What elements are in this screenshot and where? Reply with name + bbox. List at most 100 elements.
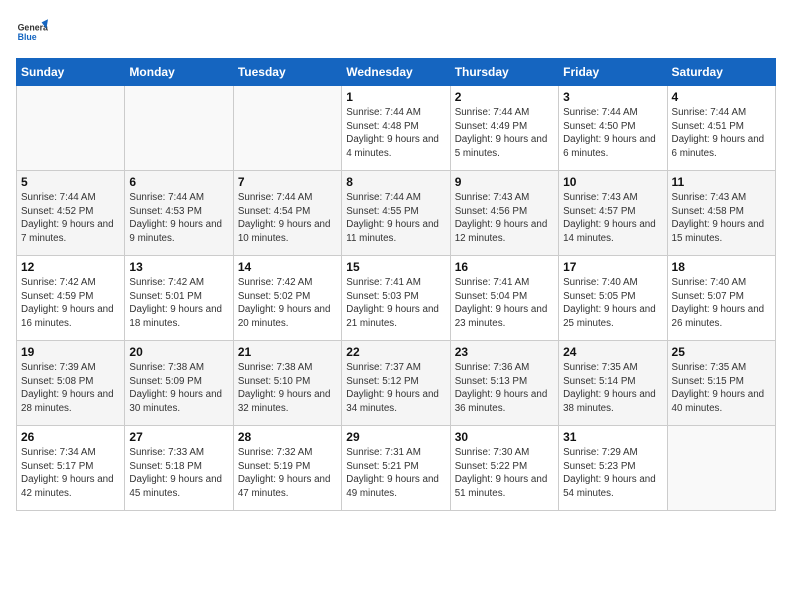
day-number: 1 xyxy=(346,90,445,104)
day-number: 21 xyxy=(238,345,337,359)
calendar-day-cell: 13 Sunrise: 7:42 AM Sunset: 5:01 PM Dayli… xyxy=(125,256,233,341)
day-info: Sunrise: 7:38 AM Sunset: 5:09 PM Dayligh… xyxy=(129,361,228,416)
calendar-week-row: 19 Sunrise: 7:39 AM Sunset: 5:08 PM Dayli… xyxy=(17,341,776,426)
calendar-day-cell: 15 Sunrise: 7:41 AM Sunset: 5:03 PM Dayli… xyxy=(342,256,450,341)
header-row: SundayMondayTuesdayWednesdayThursdayFrid… xyxy=(17,59,776,86)
calendar-day-cell: 10 Sunrise: 7:43 AM Sunset: 4:57 PM Dayli… xyxy=(559,171,667,256)
day-number: 8 xyxy=(346,175,445,189)
calendar-week-row: 1Sunrise: 7:44 AM Sunset: 4:48 PM Daylig… xyxy=(17,86,776,171)
calendar-day-cell: 4 Sunrise: 7:44 AM Sunset: 4:51 PM Daylig… xyxy=(667,86,775,171)
calendar-day-cell: 17 Sunrise: 7:40 AM Sunset: 5:05 PM Dayli… xyxy=(559,256,667,341)
day-number: 7 xyxy=(238,175,337,189)
day-number: 27 xyxy=(129,430,228,444)
day-info: Sunrise: 7:43 AM Sunset: 4:58 PM Dayligh… xyxy=(672,191,771,246)
logo: General Blue xyxy=(16,16,48,48)
day-info: Sunrise: 7:42 AM Sunset: 4:59 PM Dayligh… xyxy=(21,276,120,331)
calendar-day-cell: 8Sunrise: 7:44 AM Sunset: 4:55 PM Daylig… xyxy=(342,171,450,256)
calendar-day-cell: 19 Sunrise: 7:39 AM Sunset: 5:08 PM Dayli… xyxy=(17,341,125,426)
day-info: Sunrise: 7:42 AM Sunset: 5:02 PM Dayligh… xyxy=(238,276,337,331)
day-number: 10 xyxy=(563,175,662,189)
calendar-day-cell: 18 Sunrise: 7:40 AM Sunset: 5:07 PM Dayli… xyxy=(667,256,775,341)
day-info: Sunrise: 7:43 AM Sunset: 4:56 PM Dayligh… xyxy=(455,191,554,246)
day-number: 4 xyxy=(672,90,771,104)
calendar-week-row: 12 Sunrise: 7:42 AM Sunset: 4:59 PM Dayli… xyxy=(17,256,776,341)
day-number: 25 xyxy=(672,345,771,359)
day-info: Sunrise: 7:37 AM Sunset: 5:12 PM Dayligh… xyxy=(346,361,445,416)
calendar-day-cell: 16Sunrise: 7:41 AM Sunset: 5:04 PM Dayli… xyxy=(450,256,558,341)
calendar-day-cell: 1Sunrise: 7:44 AM Sunset: 4:48 PM Daylig… xyxy=(342,86,450,171)
calendar-day-cell: 7Sunrise: 7:44 AM Sunset: 4:54 PM Daylig… xyxy=(233,171,341,256)
calendar-day-cell: 29 Sunrise: 7:31 AM Sunset: 5:21 PM Dayli… xyxy=(342,426,450,511)
calendar-day-cell: 21 Sunrise: 7:38 AM Sunset: 5:10 PM Dayli… xyxy=(233,341,341,426)
day-info: Sunrise: 7:30 AM Sunset: 5:22 PM Dayligh… xyxy=(455,446,554,501)
day-info: Sunrise: 7:44 AM Sunset: 4:50 PM Dayligh… xyxy=(563,106,662,161)
calendar-day-cell xyxy=(233,86,341,171)
day-info: Sunrise: 7:40 AM Sunset: 5:07 PM Dayligh… xyxy=(672,276,771,331)
day-number: 5 xyxy=(21,175,120,189)
calendar-week-row: 5 Sunrise: 7:44 AM Sunset: 4:52 PM Daylig… xyxy=(17,171,776,256)
day-info: Sunrise: 7:44 AM Sunset: 4:51 PM Dayligh… xyxy=(672,106,771,161)
day-number: 2 xyxy=(455,90,554,104)
day-info: Sunrise: 7:36 AM Sunset: 5:13 PM Dayligh… xyxy=(455,361,554,416)
calendar-day-cell: 27 Sunrise: 7:33 AM Sunset: 5:18 PM Dayli… xyxy=(125,426,233,511)
day-info: Sunrise: 7:38 AM Sunset: 5:10 PM Dayligh… xyxy=(238,361,337,416)
day-number: 24 xyxy=(563,345,662,359)
day-of-week-header: Monday xyxy=(125,59,233,86)
calendar-day-cell: 5 Sunrise: 7:44 AM Sunset: 4:52 PM Daylig… xyxy=(17,171,125,256)
day-number: 28 xyxy=(238,430,337,444)
calendar-day-cell: 14 Sunrise: 7:42 AM Sunset: 5:02 PM Dayli… xyxy=(233,256,341,341)
calendar-day-cell: 24 Sunrise: 7:35 AM Sunset: 5:14 PM Dayli… xyxy=(559,341,667,426)
calendar-day-cell: 11 Sunrise: 7:43 AM Sunset: 4:58 PM Dayli… xyxy=(667,171,775,256)
calendar-day-cell: 26 Sunrise: 7:34 AM Sunset: 5:17 PM Dayli… xyxy=(17,426,125,511)
day-number: 30 xyxy=(455,430,554,444)
calendar-day-cell: 20 Sunrise: 7:38 AM Sunset: 5:09 PM Dayli… xyxy=(125,341,233,426)
day-info: Sunrise: 7:41 AM Sunset: 5:04 PM Dayligh… xyxy=(455,276,554,331)
day-info: Sunrise: 7:43 AM Sunset: 4:57 PM Dayligh… xyxy=(563,191,662,246)
day-number: 12 xyxy=(21,260,120,274)
calendar-day-cell xyxy=(667,426,775,511)
logo-icon: General Blue xyxy=(16,16,48,48)
day-info: Sunrise: 7:44 AM Sunset: 4:53 PM Dayligh… xyxy=(129,191,228,246)
calendar-day-cell: 25Sunrise: 7:35 AM Sunset: 5:15 PM Dayli… xyxy=(667,341,775,426)
day-info: Sunrise: 7:29 AM Sunset: 5:23 PM Dayligh… xyxy=(563,446,662,501)
day-info: Sunrise: 7:31 AM Sunset: 5:21 PM Dayligh… xyxy=(346,446,445,501)
day-number: 22 xyxy=(346,345,445,359)
calendar-day-cell: 6 Sunrise: 7:44 AM Sunset: 4:53 PM Daylig… xyxy=(125,171,233,256)
day-info: Sunrise: 7:44 AM Sunset: 4:49 PM Dayligh… xyxy=(455,106,554,161)
day-info: Sunrise: 7:44 AM Sunset: 4:52 PM Dayligh… xyxy=(21,191,120,246)
calendar-day-cell xyxy=(17,86,125,171)
day-info: Sunrise: 7:39 AM Sunset: 5:08 PM Dayligh… xyxy=(21,361,120,416)
calendar-day-cell xyxy=(125,86,233,171)
day-number: 14 xyxy=(238,260,337,274)
calendar-day-cell: 28 Sunrise: 7:32 AM Sunset: 5:19 PM Dayli… xyxy=(233,426,341,511)
day-info: Sunrise: 7:33 AM Sunset: 5:18 PM Dayligh… xyxy=(129,446,228,501)
day-info: Sunrise: 7:40 AM Sunset: 5:05 PM Dayligh… xyxy=(563,276,662,331)
day-number: 11 xyxy=(672,175,771,189)
day-info: Sunrise: 7:41 AM Sunset: 5:03 PM Dayligh… xyxy=(346,276,445,331)
day-of-week-header: Friday xyxy=(559,59,667,86)
day-number: 29 xyxy=(346,430,445,444)
day-number: 19 xyxy=(21,345,120,359)
calendar-day-cell: 23 Sunrise: 7:36 AM Sunset: 5:13 PM Dayli… xyxy=(450,341,558,426)
day-number: 26 xyxy=(21,430,120,444)
svg-text:Blue: Blue xyxy=(18,32,37,42)
day-number: 31 xyxy=(563,430,662,444)
day-number: 18 xyxy=(672,260,771,274)
day-number: 13 xyxy=(129,260,228,274)
day-of-week-header: Saturday xyxy=(667,59,775,86)
day-of-week-header: Thursday xyxy=(450,59,558,86)
day-info: Sunrise: 7:42 AM Sunset: 5:01 PM Dayligh… xyxy=(129,276,228,331)
calendar-day-cell: 31 Sunrise: 7:29 AM Sunset: 5:23 PM Dayli… xyxy=(559,426,667,511)
day-info: Sunrise: 7:35 AM Sunset: 5:14 PM Dayligh… xyxy=(563,361,662,416)
calendar-week-row: 26 Sunrise: 7:34 AM Sunset: 5:17 PM Dayli… xyxy=(17,426,776,511)
calendar-day-cell: 30 Sunrise: 7:30 AM Sunset: 5:22 PM Dayli… xyxy=(450,426,558,511)
day-of-week-header: Tuesday xyxy=(233,59,341,86)
day-number: 20 xyxy=(129,345,228,359)
day-number: 17 xyxy=(563,260,662,274)
day-number: 15 xyxy=(346,260,445,274)
day-number: 6 xyxy=(129,175,228,189)
day-info: Sunrise: 7:32 AM Sunset: 5:19 PM Dayligh… xyxy=(238,446,337,501)
day-of-week-header: Sunday xyxy=(17,59,125,86)
day-number: 23 xyxy=(455,345,554,359)
day-info: Sunrise: 7:34 AM Sunset: 5:17 PM Dayligh… xyxy=(21,446,120,501)
